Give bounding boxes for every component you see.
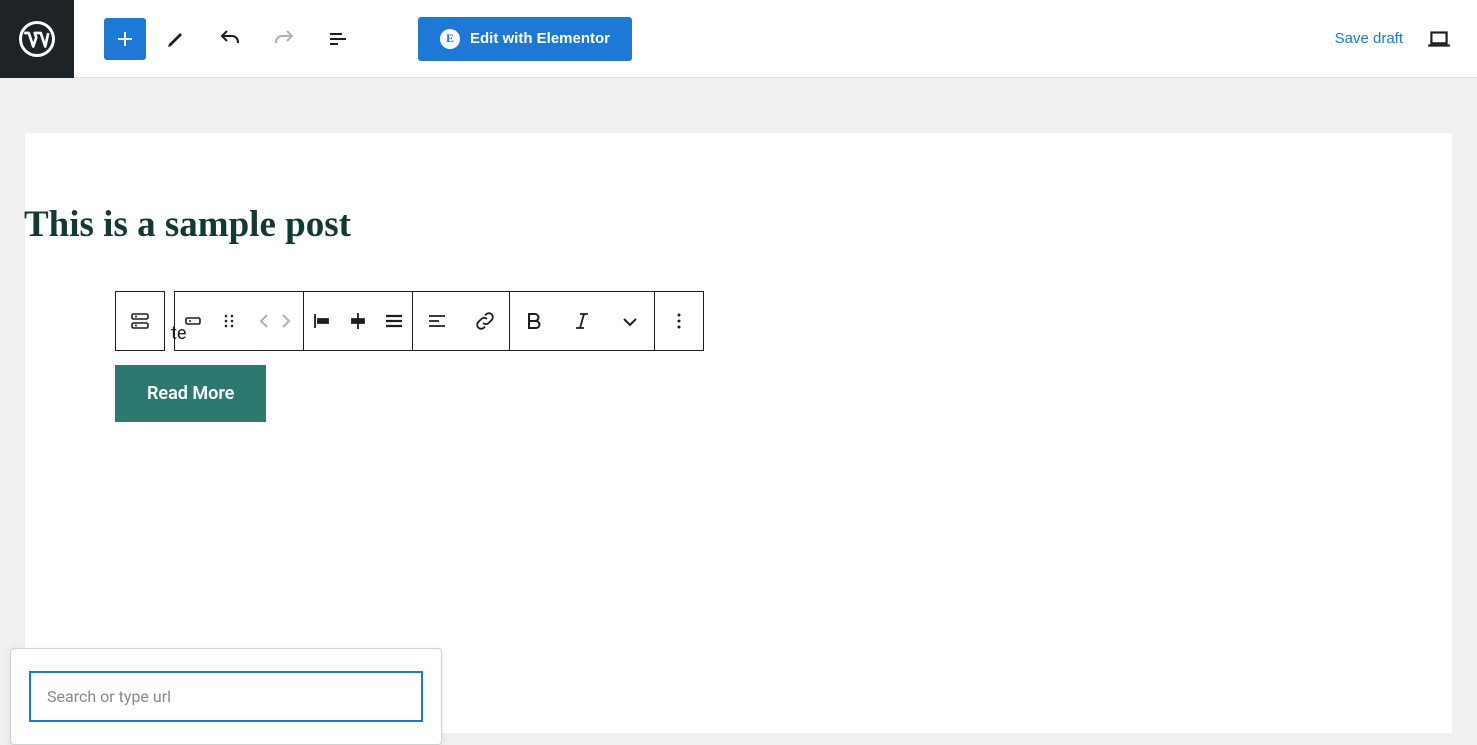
toolbar-group-format — [412, 291, 510, 351]
undo-button[interactable] — [206, 15, 254, 63]
toolbar-group-block — [115, 291, 165, 351]
bold-button[interactable] — [510, 292, 558, 350]
drag-handle[interactable] — [211, 292, 247, 350]
link-popover — [10, 648, 442, 745]
post-title[interactable]: This is a sample post — [24, 133, 1452, 246]
more-text-button[interactable] — [606, 292, 654, 350]
edit-mode-button[interactable] — [152, 15, 200, 63]
add-block-button[interactable] — [104, 18, 146, 60]
document-outline-button[interactable] — [314, 15, 362, 63]
drag-icon — [217, 309, 241, 333]
move-down-button[interactable] — [267, 292, 303, 350]
align-center-icon — [346, 309, 370, 333]
editor-area: This is a sample post te — [0, 78, 1477, 522]
align-justify-icon — [382, 309, 406, 333]
plus-icon — [113, 27, 137, 51]
italic-button[interactable] — [558, 292, 606, 350]
bold-icon — [522, 309, 546, 333]
post-canvas: This is a sample post te — [25, 133, 1452, 733]
redo-icon — [272, 27, 296, 51]
editor-top-bar: E Edit with Elementor Save draft — [0, 0, 1477, 78]
chevron-down-icon — [618, 309, 642, 333]
wordpress-icon — [19, 21, 55, 57]
block-type-button[interactable] — [116, 292, 164, 350]
laptop-icon — [1426, 26, 1452, 52]
block-toolbar — [115, 291, 1452, 351]
button-block-icon — [128, 309, 152, 333]
elementor-icon: E — [440, 29, 460, 49]
save-draft-button[interactable]: Save draft — [1335, 30, 1403, 47]
toolbar-group-transform — [174, 291, 304, 351]
read-more-button[interactable]: Read More — [115, 365, 266, 422]
url-input[interactable] — [29, 671, 423, 722]
align-left-button[interactable] — [304, 292, 340, 350]
pencil-icon — [164, 27, 188, 51]
toolbar-right: Save draft — [1335, 21, 1477, 57]
toolbar-group-align — [303, 291, 413, 351]
link-button[interactable] — [461, 292, 509, 350]
elementor-label: Edit with Elementor — [470, 30, 610, 47]
toolbar-left: E Edit with Elementor — [74, 15, 632, 63]
chevron-right-icon — [273, 309, 297, 333]
preview-button[interactable] — [1421, 21, 1457, 57]
toolbar-group-more — [654, 291, 704, 351]
wordpress-logo[interactable] — [0, 0, 74, 78]
undo-icon — [218, 27, 242, 51]
list-icon — [326, 27, 350, 51]
align-left-icon — [310, 309, 334, 333]
toolbar-group-text — [509, 291, 655, 351]
more-vertical-icon — [667, 309, 691, 333]
hidden-text-fragment: te — [171, 323, 186, 344]
edit-elementor-button[interactable]: E Edit with Elementor — [418, 17, 632, 61]
italic-icon — [570, 309, 594, 333]
text-align-icon — [425, 309, 449, 333]
link-icon — [473, 309, 497, 333]
align-center-button[interactable] — [340, 292, 376, 350]
text-align-button[interactable] — [413, 292, 461, 350]
redo-button[interactable] — [260, 15, 308, 63]
more-options-button[interactable] — [655, 292, 703, 350]
align-right-button[interactable] — [376, 292, 412, 350]
